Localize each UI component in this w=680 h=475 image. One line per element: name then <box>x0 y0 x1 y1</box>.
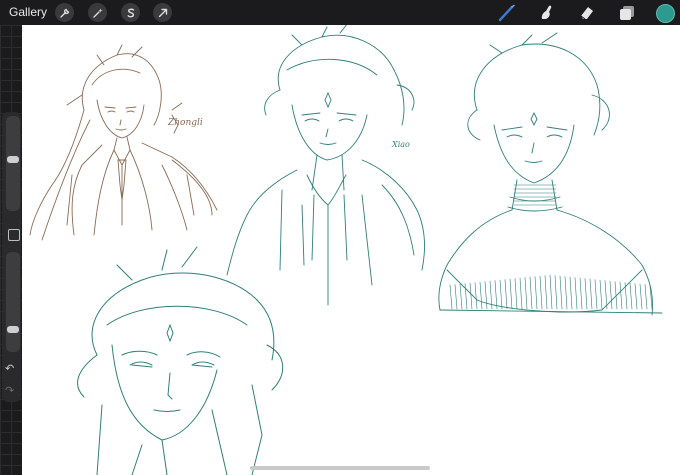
wrench-icon[interactable] <box>55 3 74 22</box>
hatch-line <box>529 276 533 310</box>
xiao-signature: Xiao <box>391 140 410 149</box>
selection-s-icon[interactable] <box>121 3 140 22</box>
hatch-line <box>479 281 483 310</box>
magic-wand-icon[interactable] <box>88 3 107 22</box>
hatch-line <box>514 278 518 310</box>
hatch-line <box>499 279 503 310</box>
hatch-line <box>549 274 553 310</box>
hatch-line <box>644 284 648 310</box>
brush-size-knob[interactable] <box>7 156 19 163</box>
sketch-face-closeup <box>77 246 284 475</box>
hatch-line <box>464 283 468 310</box>
opacity-knob[interactable] <box>7 326 19 333</box>
undo-icon[interactable]: ↶ <box>5 362 14 375</box>
hatch-line <box>524 277 528 310</box>
modify-button[interactable] <box>8 229 20 241</box>
hatch-line <box>519 277 523 310</box>
hatch-line <box>534 276 538 310</box>
hatch-line <box>449 284 453 310</box>
redo-icon[interactable]: ↷ <box>5 384 14 397</box>
layers-icon[interactable] <box>617 3 637 23</box>
home-indicator <box>250 466 430 470</box>
top-toolbar: Gallery <box>0 0 680 25</box>
sketch-xiao <box>226 25 425 306</box>
hatch-line <box>639 283 643 310</box>
hatch-line <box>509 278 513 310</box>
eraser-icon[interactable] <box>577 3 597 23</box>
sidebar-panel: ↶ ↷ <box>2 112 21 402</box>
hatch-line <box>579 277 583 310</box>
hatch-line <box>454 284 458 310</box>
hatch-line <box>504 279 508 310</box>
sketch-layer: Zhongli Xiao // decorative hatching gene… <box>29 25 663 475</box>
hatch-line <box>459 283 463 310</box>
transform-arrow-icon[interactable] <box>153 3 172 22</box>
hatch-line <box>554 275 558 310</box>
hatch-line <box>594 279 598 310</box>
hatch-line <box>484 281 488 310</box>
hatch-line <box>619 281 623 310</box>
hatch-line <box>634 283 638 310</box>
sketch-bust-right <box>438 32 663 316</box>
hatch-line <box>604 280 608 310</box>
hatch-line <box>469 282 473 310</box>
hatch-line <box>584 278 588 310</box>
hatch-line <box>539 275 543 310</box>
drawing-canvas[interactable]: Zhongli Xiao // de <box>22 25 680 475</box>
hatch-line <box>564 276 568 310</box>
hatch-line <box>574 277 578 310</box>
hatch-line <box>474 282 478 310</box>
opacity-slider[interactable] <box>6 252 20 352</box>
hatch-line <box>544 275 548 310</box>
hatch-line <box>559 275 563 310</box>
hatch-line <box>609 280 613 310</box>
sketch-zhongli <box>29 44 218 241</box>
hatch-line <box>629 282 633 310</box>
zhongli-signature: Zhongli <box>167 118 203 128</box>
gallery-button[interactable]: Gallery <box>9 5 47 19</box>
hatch-line <box>494 280 498 310</box>
hatch-line <box>589 278 593 310</box>
brush-size-slider[interactable] <box>6 116 20 211</box>
hatch-line <box>569 276 573 310</box>
smudge-icon[interactable] <box>537 3 557 23</box>
brush-icon[interactable] <box>497 3 517 23</box>
color-picker-button[interactable] <box>656 4 675 23</box>
hatch-line <box>599 279 603 310</box>
